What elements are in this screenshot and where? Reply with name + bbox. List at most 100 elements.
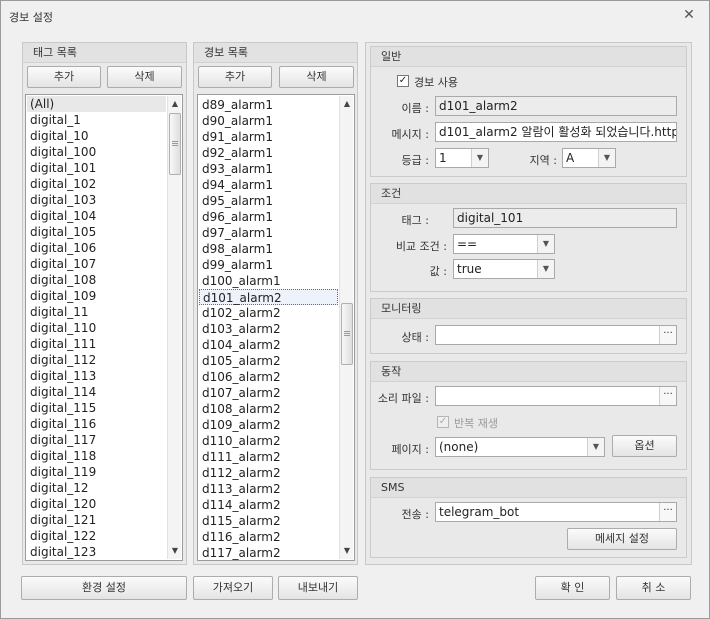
alarm-delete-button[interactable]: 삭제 (279, 66, 354, 88)
tag-list-item[interactable]: digital_111 (27, 336, 166, 352)
alarm-list-item[interactable]: d95_alarm1 (199, 193, 338, 209)
alarm-list-item[interactable]: d115_alarm2 (199, 513, 338, 529)
export-button[interactable]: 내보내기 (278, 576, 358, 600)
tag-listbox[interactable]: (All) digital_1 digital_10 digital_100 digit… (25, 94, 183, 561)
sound-file-input[interactable]: ··· (435, 386, 677, 406)
tag-list-item[interactable]: digital_12 (27, 480, 166, 496)
chevron-down-icon[interactable]: ▼ (471, 149, 488, 167)
tag-list-item[interactable]: digital_120 (27, 496, 166, 512)
general-header: 일반 (371, 47, 686, 67)
send-input[interactable]: telegram_bot ··· (435, 502, 677, 522)
scroll-thumb[interactable] (341, 303, 353, 365)
alarm-list-item[interactable]: d114_alarm2 (199, 497, 338, 513)
alarm-list-item[interactable]: d93_alarm1 (199, 161, 338, 177)
alarm-list-item[interactable]: d113_alarm2 (199, 481, 338, 497)
alarm-list-item[interactable]: d105_alarm2 (199, 353, 338, 369)
scroll-up-icon[interactable]: ▲ (170, 99, 180, 109)
tag-list-item[interactable]: digital_101 (27, 160, 166, 176)
scroll-up-icon[interactable]: ▲ (342, 99, 352, 109)
chevron-down-icon[interactable]: ▼ (537, 235, 554, 253)
alarm-list-item[interactable]: d101_alarm2 (199, 289, 338, 305)
level-select[interactable]: 1 ▼ (435, 148, 489, 168)
alarm-list-scrollbar[interactable]: ▲ ▼ (339, 96, 353, 559)
alarm-list-item[interactable]: d111_alarm2 (199, 449, 338, 465)
alarm-list-item[interactable]: d100_alarm1 (199, 273, 338, 289)
tag-list-item[interactable]: digital_107 (27, 256, 166, 272)
message-settings-button[interactable]: 메세지 설정 (567, 528, 677, 550)
alarm-list-item[interactable]: d102_alarm2 (199, 305, 338, 321)
import-button[interactable]: 가져오기 (193, 576, 273, 600)
scroll-down-icon[interactable]: ▼ (170, 546, 180, 556)
alarm-list-item[interactable]: d103_alarm2 (199, 321, 338, 337)
tag-list-item[interactable]: digital_104 (27, 208, 166, 224)
tag-list-item[interactable]: digital_115 (27, 400, 166, 416)
tag-list-item[interactable]: digital_109 (27, 288, 166, 304)
send-browse-button[interactable]: ··· (659, 503, 676, 521)
alarm-list-item[interactable]: d108_alarm2 (199, 401, 338, 417)
alarm-list-item[interactable]: d96_alarm1 (199, 209, 338, 225)
alarm-list-item[interactable]: d98_alarm1 (199, 241, 338, 257)
tag-list-item[interactable]: digital_102 (27, 176, 166, 192)
tag-delete-button[interactable]: 삭제 (107, 66, 182, 88)
tag-list-item[interactable]: digital_122 (27, 528, 166, 544)
region-select[interactable]: A ▼ (562, 148, 616, 168)
repeat-play-checkbox[interactable]: ✓ (437, 416, 449, 428)
alarm-list-item[interactable]: d106_alarm2 (199, 369, 338, 385)
ok-button[interactable]: 확 인 (535, 576, 610, 600)
tag-list-item[interactable]: digital_119 (27, 464, 166, 480)
tag-list-item[interactable]: digital_103 (27, 192, 166, 208)
alarm-add-button[interactable]: 추가 (198, 66, 272, 88)
value-select[interactable]: true ▼ (453, 259, 555, 279)
tag-list-item[interactable]: digital_117 (27, 432, 166, 448)
tag-list-item[interactable]: digital_113 (27, 368, 166, 384)
tag-list-item[interactable]: (All) (27, 96, 166, 112)
sound-browse-button[interactable]: ··· (659, 387, 676, 405)
tag-list-item[interactable]: digital_121 (27, 512, 166, 528)
tag-list-item[interactable]: digital_110 (27, 320, 166, 336)
message-input[interactable]: d101_alarm2 알람이 활성화 되었습니다.https:/, (435, 122, 677, 142)
options-button[interactable]: 옵션 (612, 435, 677, 457)
page-select[interactable]: (none) ▼ (435, 437, 605, 457)
scroll-thumb[interactable] (169, 113, 181, 175)
tag-list-item[interactable]: digital_114 (27, 384, 166, 400)
tag-list-item[interactable]: digital_1 (27, 112, 166, 128)
tag-list-item[interactable]: digital_112 (27, 352, 166, 368)
scroll-down-icon[interactable]: ▼ (342, 546, 352, 556)
alarm-list-item[interactable]: d104_alarm2 (199, 337, 338, 353)
alarm-list-item[interactable]: d107_alarm2 (199, 385, 338, 401)
status-input[interactable]: ··· (435, 325, 677, 345)
tag-list-item[interactable]: digital_106 (27, 240, 166, 256)
tag-list-item[interactable]: digital_116 (27, 416, 166, 432)
tag-list-item[interactable]: digital_100 (27, 144, 166, 160)
tag-list-item[interactable]: digital_10 (27, 128, 166, 144)
chevron-down-icon[interactable]: ▼ (587, 438, 604, 456)
tag-list-item[interactable]: digital_105 (27, 224, 166, 240)
tag-add-button[interactable]: 추가 (27, 66, 101, 88)
alarm-list-item[interactable]: d110_alarm2 (199, 433, 338, 449)
alarm-listbox[interactable]: d89_alarm1 d90_alarm1 d91_alarm1 d92_alarm1… (197, 94, 355, 561)
alarm-list-item[interactable]: d91_alarm1 (199, 129, 338, 145)
alarm-list-item[interactable]: d99_alarm1 (199, 257, 338, 273)
tag-list-item[interactable]: digital_118 (27, 448, 166, 464)
alarm-list-item[interactable]: d117_alarm2 (199, 545, 338, 560)
alarm-list-item[interactable]: d94_alarm1 (199, 177, 338, 193)
alarm-list-item[interactable]: d90_alarm1 (199, 113, 338, 129)
cancel-button[interactable]: 취 소 (616, 576, 691, 600)
alarm-list-item[interactable]: d92_alarm1 (199, 145, 338, 161)
close-icon[interactable]: ✕ (681, 7, 697, 23)
chevron-down-icon[interactable]: ▼ (598, 149, 615, 167)
enable-alarm-checkbox[interactable]: ✓ (397, 75, 409, 87)
alarm-list-item[interactable]: d97_alarm1 (199, 225, 338, 241)
tag-list-item[interactable]: digital_11 (27, 304, 166, 320)
alarm-list-item[interactable]: d112_alarm2 (199, 465, 338, 481)
compare-select[interactable]: == ▼ (453, 234, 555, 254)
chevron-down-icon[interactable]: ▼ (537, 260, 554, 278)
tag-list-item[interactable]: digital_108 (27, 272, 166, 288)
alarm-list-item[interactable]: d89_alarm1 (199, 97, 338, 113)
alarm-list-item[interactable]: d116_alarm2 (199, 529, 338, 545)
status-browse-button[interactable]: ··· (659, 326, 676, 344)
tag-list-scrollbar[interactable]: ▲ ▼ (167, 96, 181, 559)
alarm-list-item[interactable]: d109_alarm2 (199, 417, 338, 433)
env-settings-button[interactable]: 환경 설정 (21, 576, 187, 600)
tag-list-item[interactable]: digital_123 (27, 544, 166, 560)
